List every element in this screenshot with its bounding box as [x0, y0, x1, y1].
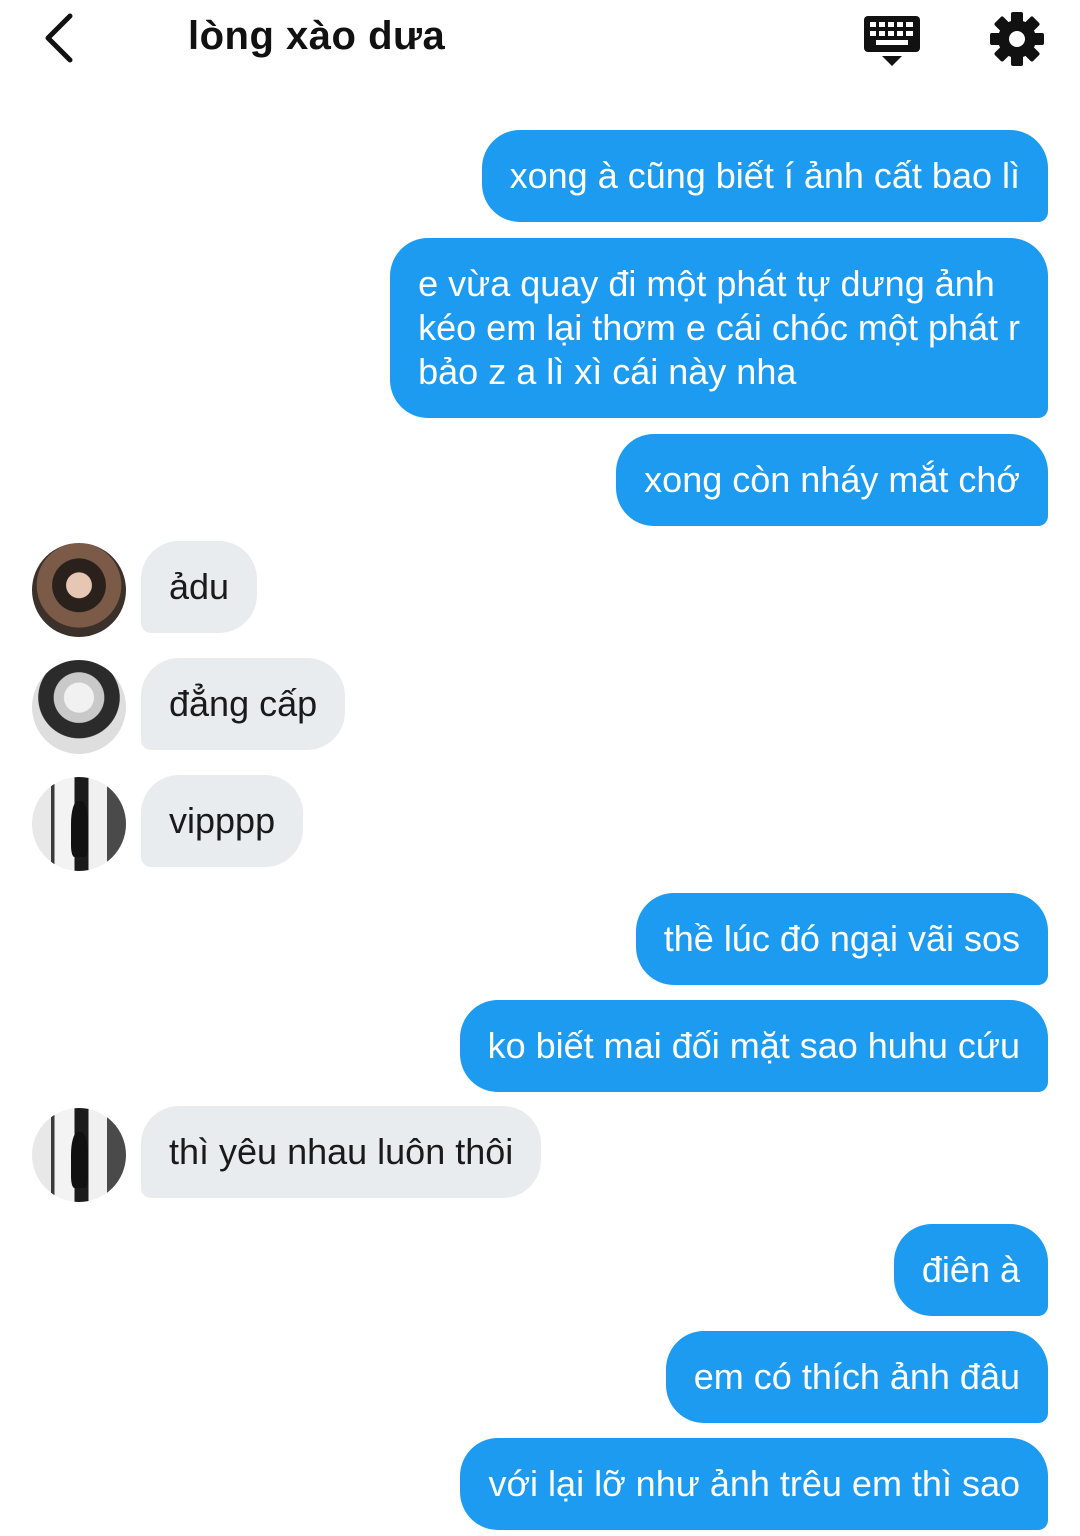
settings-button[interactable] [988, 10, 1046, 68]
avatar[interactable] [32, 1108, 126, 1202]
avatar[interactable] [32, 543, 126, 637]
message-line: e vừa quay đi một phát tự dưng ảnh [418, 263, 995, 304]
back-button[interactable] [30, 10, 86, 66]
message-line: bảo z a lì xì cái này nha [418, 351, 797, 392]
message-bubble-outgoing[interactable]: em có thích ảnh đâu [665, 1331, 1048, 1423]
keyboard-icon [864, 16, 920, 66]
message-bubble-outgoing[interactable]: thề lúc đó ngại vãi sos [635, 893, 1048, 985]
message-bubble-incoming[interactable]: vipppp [141, 775, 304, 867]
message-bubble-incoming[interactable]: đẳng cấp [141, 658, 346, 750]
avatar[interactable] [32, 660, 126, 754]
message-bubble-outgoing[interactable]: xong à cũng biết í ảnh cất bao lì [481, 130, 1048, 222]
keyboard-button[interactable] [862, 12, 922, 68]
message-bubble-outgoing[interactable]: điên à [893, 1224, 1048, 1316]
message-line: kéo em lại thơm e cái chóc một phát r [418, 307, 1020, 348]
chat-header: lòng xào dưa [0, 0, 1080, 80]
chevron-left-icon [45, 13, 73, 63]
message-thread[interactable]: xong à cũng biết í ảnh cất bao lì e vừa … [0, 80, 1080, 1536]
avatar[interactable] [32, 777, 126, 871]
message-bubble-outgoing[interactable]: ko biết mai đối mặt sao huhu cứu [459, 1000, 1048, 1092]
message-bubble-incoming[interactable]: thì yêu nhau luôn thôi [141, 1106, 542, 1198]
message-bubble-outgoing[interactable]: e vừa quay đi một phát tự dưng ảnh kéo e… [390, 238, 1048, 418]
message-bubble-incoming[interactable]: ảdu [141, 541, 258, 633]
conversation-title: lòng xào dưa [188, 14, 446, 58]
gear-icon [990, 12, 1044, 66]
message-bubble-outgoing[interactable]: xong còn nháy mắt chớ [616, 434, 1048, 526]
message-bubble-outgoing[interactable]: với lại lỡ như ảnh trêu em thì sao [460, 1438, 1048, 1530]
